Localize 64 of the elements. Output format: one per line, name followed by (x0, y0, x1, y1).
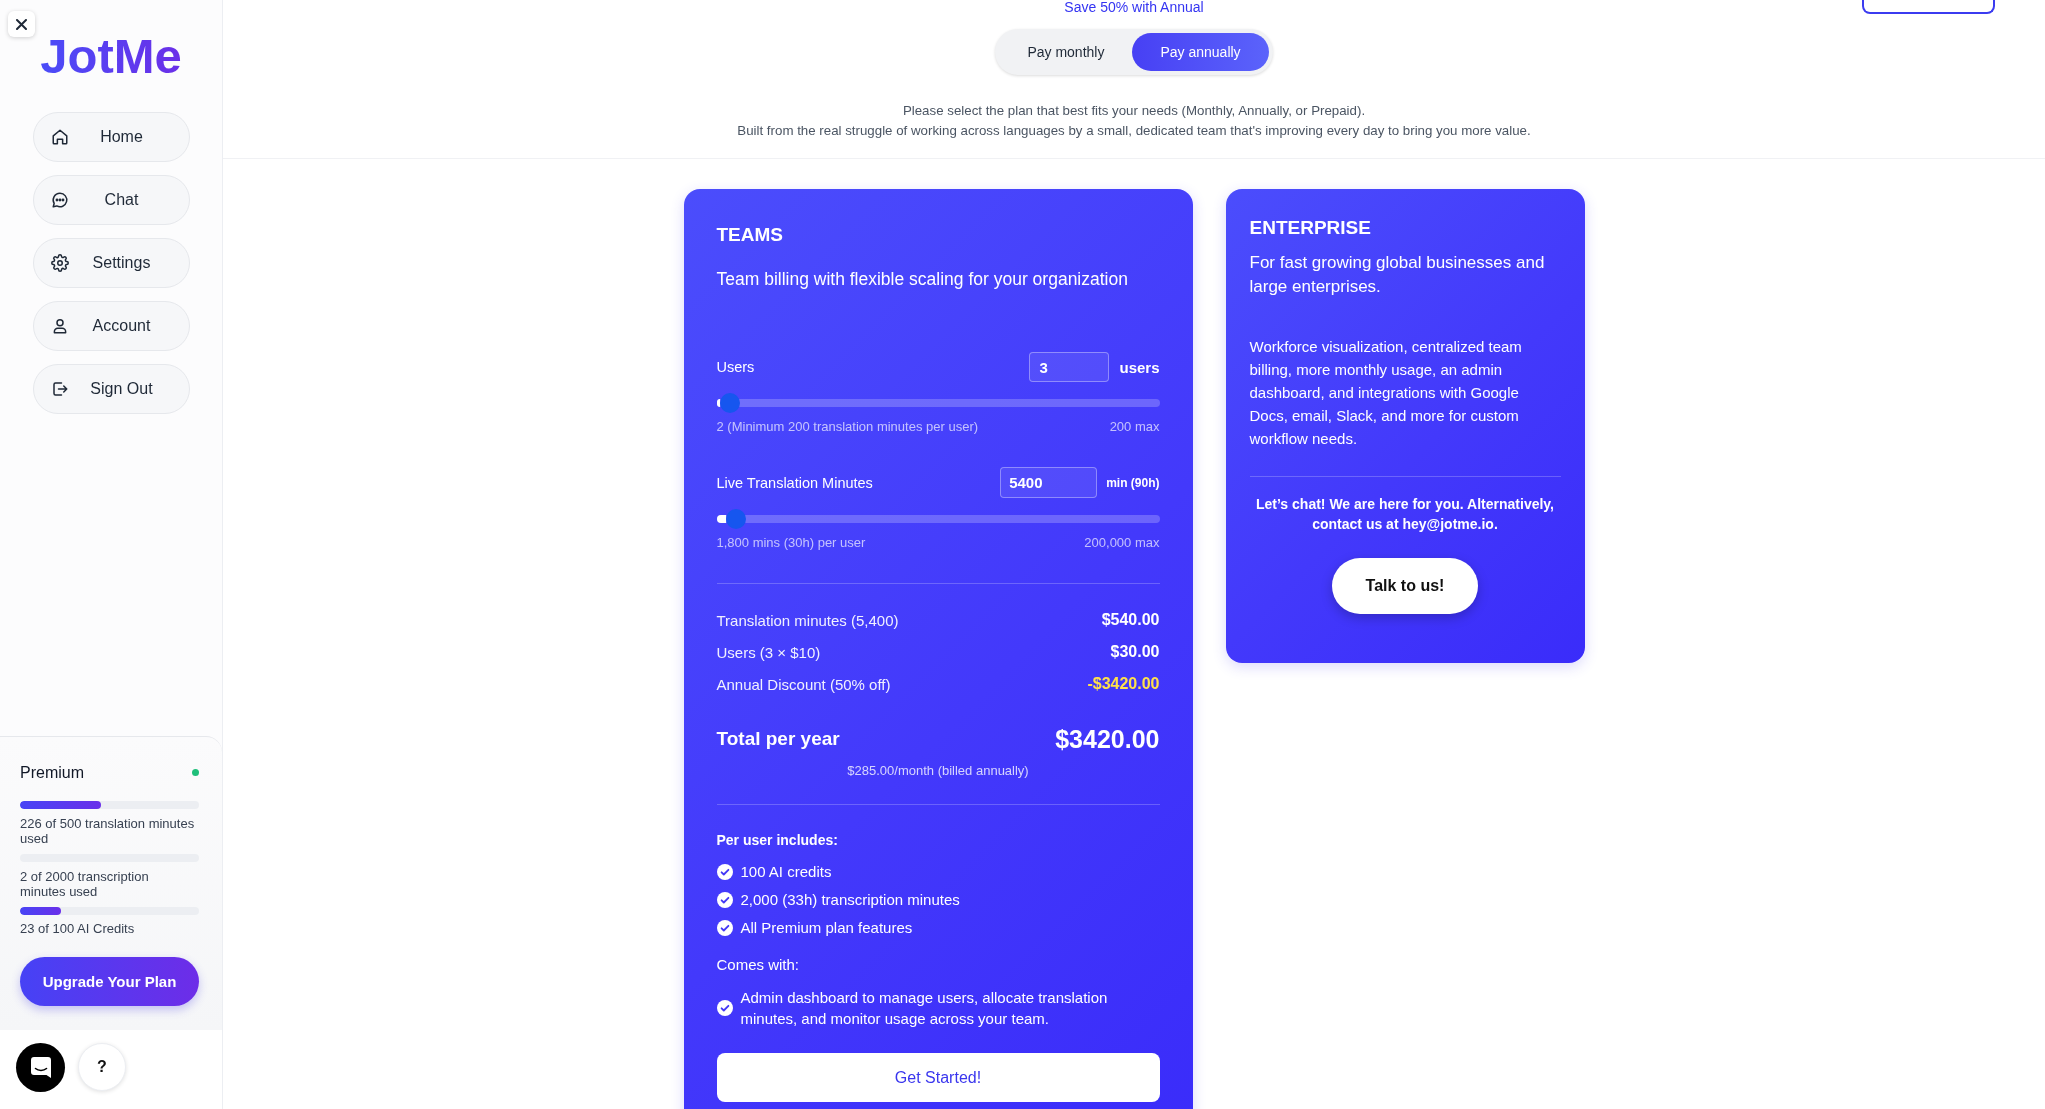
chat-bubble-icon (30, 1057, 51, 1078)
nav-item[interactable]: Home (32, 112, 190, 162)
feature-text: Admin dashboard to manage users, allocate translation minutes, and monitor usage across your team. (740, 988, 1109, 1029)
description-text: Built from the real struggle of working across languages by a small, dedicated team that's improving every day to bring you more value. (737, 122, 1531, 140)
nav-item[interactable]: Sign Out (32, 364, 190, 414)
section-heading: Per user includes: (716, 831, 839, 850)
close-button[interactable] (8, 11, 35, 37)
slider-thumb[interactable] (726, 509, 747, 529)
logout-icon (50, 380, 69, 398)
plan-title: ENTERPRISE (1249, 216, 1372, 240)
billing-note: $285.00/month (billed annually) (846, 763, 1030, 779)
close-icon (16, 18, 27, 30)
plan-name: Premium (20, 762, 84, 783)
chat-launcher-button[interactable] (16, 1043, 65, 1092)
plan-subtitle: For fast growing global businesses and large enterprises. (1249, 252, 1546, 298)
total-label: Total per year (716, 728, 840, 750)
contact-text: Let’s chat! We are here for you. Alternatively, contact us at hey@jotme.io. (1255, 495, 1555, 534)
usage-text: 23 of 100 AI Credits (20, 920, 136, 936)
field-label: Live Translation Minutes (716, 474, 874, 491)
outlined-button[interactable] (1862, 0, 1995, 14)
plan-title: TEAMS (716, 223, 784, 247)
slider-max-label: 200 max (1109, 419, 1160, 435)
nav-item[interactable]: Chat (32, 175, 190, 225)
feature-text: 2,000 (33h) transcription minutes (740, 890, 960, 910)
description-text: Please select the plan that best fits your needs (Monthly, Annually, or Prepaid). (901, 102, 1367, 120)
line-item-amount: $540.00 (1101, 611, 1160, 629)
check-circle-icon (716, 920, 733, 936)
total-amount: $3420.00 (1055, 724, 1160, 754)
line-item-amount: $30.00 (1110, 643, 1160, 661)
nav-item[interactable]: Account (32, 301, 190, 351)
number-input[interactable]: 3 (1029, 352, 1110, 382)
slider-max-label: 200,000 max (1084, 535, 1160, 551)
number-input[interactable]: 5400 (1000, 467, 1098, 498)
billing-option-tab[interactable]: Pay annually (1132, 33, 1269, 71)
plan-description: Workforce visualization, centralized team billing, more monthly usage, an admin dashboard, and integrations with Google Docs, email, Slack, and more for custom workflow needs. (1249, 337, 1523, 449)
slider-thumb[interactable] (719, 393, 740, 413)
home-icon (50, 128, 69, 146)
slider-hint: 1,800 mins (30h) per user (716, 535, 866, 551)
section-heading: Comes with: (716, 955, 801, 975)
talk-to-us-button[interactable]: Talk to us! (1332, 558, 1478, 614)
feature-text: 100 AI credits (740, 862, 832, 882)
check-circle-icon (716, 864, 733, 880)
get-started-button[interactable]: Get Started! (716, 1053, 1160, 1102)
check-circle-icon (716, 1000, 733, 1016)
field-label: Users (716, 359, 756, 375)
nav-item[interactable]: Settings (32, 238, 190, 288)
unit-label: users (1119, 358, 1160, 376)
upgrade-button[interactable]: Upgrade Your Plan (20, 957, 199, 1006)
help-button[interactable]: ? (78, 1043, 126, 1091)
chat-bubble-icon (50, 191, 69, 209)
line-item-label: Annual Discount (50% off) (716, 675, 891, 693)
usage-text: 2 of 2000 transcription minutes used (20, 868, 150, 900)
check-circle-icon (716, 892, 733, 908)
line-item-label: Translation minutes (5,400) (716, 611, 899, 629)
slider-hint: 2 (Minimum 200 translation minutes per user) (716, 419, 979, 435)
unit-label: min (90h) (1106, 475, 1160, 490)
billing-option-tab[interactable]: Pay monthly (999, 33, 1133, 71)
feature-text: All Premium plan features (740, 918, 913, 938)
settings-icon (50, 254, 69, 272)
usage-text: 226 of 500 translation minutes used (20, 815, 196, 847)
plan-subtitle: Team billing with flexible scaling for your organization (716, 268, 1129, 290)
promo-text: Save 50% with Annual (1064, 0, 1204, 14)
line-item-label: Users (3 × $10) (716, 643, 821, 661)
line-item-amount: -$3420.00 (1087, 675, 1160, 693)
